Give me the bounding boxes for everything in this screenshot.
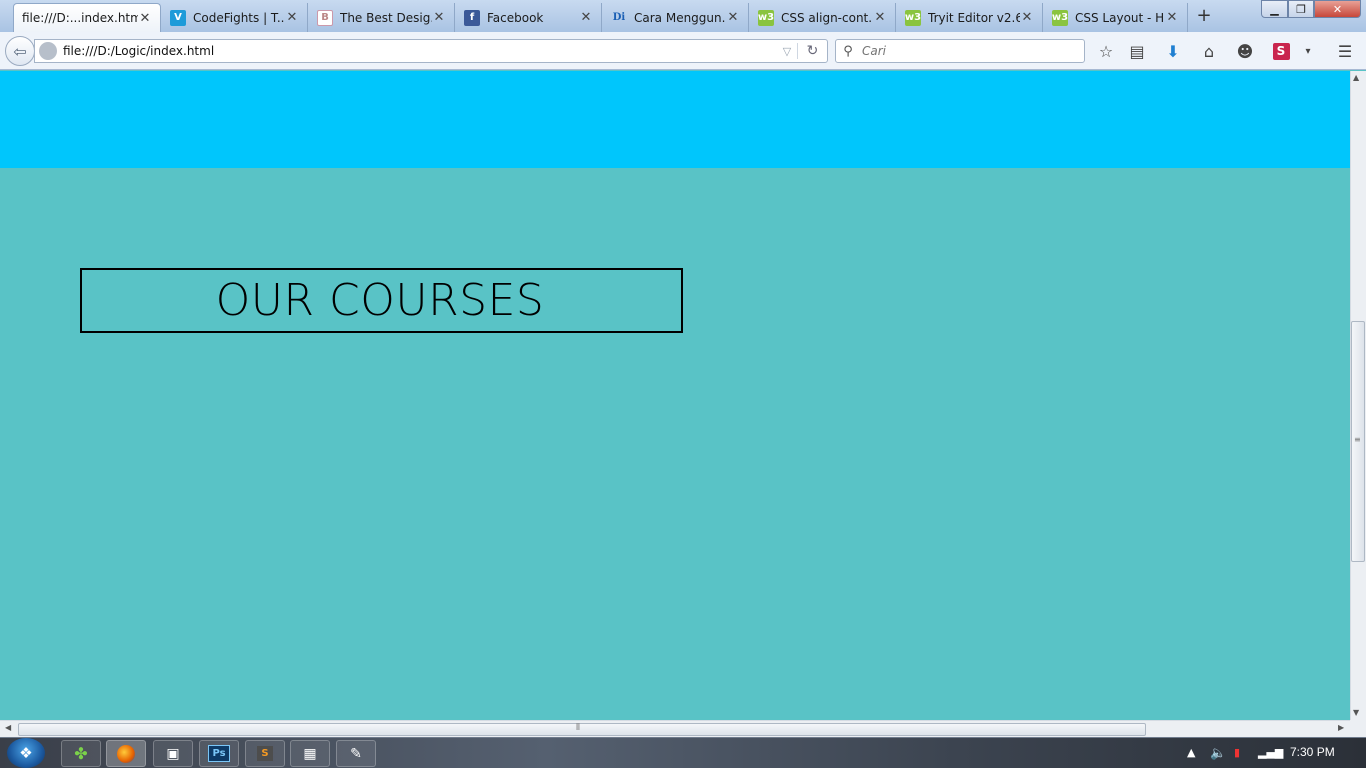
back-button[interactable]: ⇦ — [5, 36, 35, 66]
tab-label: The Best Desig... — [340, 10, 432, 25]
menu-icon[interactable]: ☰ — [1333, 40, 1357, 62]
search-bar[interactable]: ⚲ — [835, 39, 1085, 63]
horizontal-scroll-thumb[interactable] — [18, 723, 1146, 736]
taskbar-paint[interactable]: ✎ — [336, 740, 376, 767]
minimize-button[interactable]: ▁ — [1261, 0, 1288, 18]
tab-strip: file:///D:...index.html ✕ V CodeFights |… — [0, 0, 1366, 32]
scroll-down-arrow-icon[interactable]: ▼ — [1353, 708, 1359, 717]
tab-label: CSS align-cont... — [781, 10, 873, 25]
search-input[interactable] — [860, 43, 1084, 59]
page-viewport: OUR COURSES — [0, 71, 1350, 720]
courses-title: OUR COURSES — [215, 275, 545, 326]
globe-icon — [39, 42, 57, 60]
signal-icon[interactable]: ▂▄▆ — [1258, 746, 1283, 759]
volume-icon[interactable]: 🔈 — [1210, 746, 1226, 761]
reload-icon[interactable]: ↻ — [797, 43, 827, 59]
w3schools-icon: w3 — [1052, 9, 1068, 26]
restore-button[interactable]: ❐ — [1288, 0, 1314, 18]
w3schools-icon: w3 — [758, 9, 774, 26]
tab-label: Facebook — [487, 10, 544, 25]
taskbar-sublime[interactable]: S — [245, 740, 285, 767]
grip-icon: ⦀ — [576, 723, 580, 733]
close-icon[interactable]: ✕ — [726, 10, 740, 25]
back-arrow-icon: ⇦ — [13, 41, 27, 61]
tab-3[interactable]: f Facebook ✕ — [456, 3, 602, 32]
tray-expand-icon[interactable]: ▲ — [1187, 746, 1195, 759]
scroll-up-arrow-icon[interactable]: ▲ — [1353, 73, 1359, 82]
new-tab-button[interactable]: + — [1192, 5, 1216, 27]
tab-1[interactable]: V CodeFights | T... ✕ — [162, 3, 308, 32]
tab-5[interactable]: w3 CSS align-cont... ✕ — [750, 3, 896, 32]
grip-icon: ≡ — [1354, 435, 1361, 444]
close-icon[interactable]: ✕ — [1020, 10, 1034, 25]
courses-heading-box: OUR COURSES — [80, 268, 683, 333]
tab-2[interactable]: B The Best Desig... ✕ — [309, 3, 455, 32]
taskbar-firefox[interactable] — [106, 740, 146, 767]
close-icon[interactable]: ✕ — [432, 10, 446, 25]
di-icon: Di — [612, 12, 626, 23]
scroll-right-arrow-icon[interactable]: ▶ — [1338, 723, 1344, 732]
window-close-button[interactable]: ✕ — [1314, 0, 1361, 18]
sublime-icon: S — [257, 746, 273, 761]
url-text[interactable]: file:///D:/Logic/index.html — [63, 44, 777, 58]
start-button[interactable]: ❖ — [7, 738, 45, 768]
chat-icon[interactable]: ☻ — [1233, 40, 1257, 62]
header-band — [0, 71, 1350, 168]
tab-label: Cara Menggun... — [634, 10, 726, 25]
tab-7[interactable]: w3 CSS Layout - H... ✕ — [1044, 3, 1188, 32]
w3schools-icon: w3 — [905, 9, 921, 26]
taskbar-monitor-app[interactable]: ▣ — [153, 740, 193, 767]
tab-4[interactable]: Di Cara Menggun... ✕ — [603, 3, 749, 32]
scroll-left-arrow-icon[interactable]: ◀ — [5, 723, 11, 732]
nav-bar: ⇦ file:///D:/Logic/index.html ▽ ↻ ⚲ ☆ ▤ … — [0, 32, 1366, 70]
b-icon: B — [317, 9, 333, 26]
taskbar-clover-app[interactable]: ✤ — [61, 740, 101, 767]
home-icon[interactable]: ⌂ — [1197, 40, 1221, 62]
power-icon[interactable]: ▮ — [1234, 746, 1240, 759]
search-icon: ⚲ — [843, 43, 853, 59]
codefights-icon: V — [170, 9, 186, 26]
firefox-icon — [117, 744, 135, 763]
clock[interactable]: 7:30 PM — [1290, 745, 1335, 759]
tab-label: Tryit Editor v2.6 — [928, 10, 1020, 25]
url-bar[interactable]: file:///D:/Logic/index.html ▽ ↻ — [34, 39, 828, 63]
photoshop-icon: Ps — [208, 745, 230, 762]
addon-s-icon[interactable]: S — [1269, 40, 1293, 62]
close-icon[interactable]: ✕ — [285, 10, 299, 25]
facebook-icon: f — [464, 9, 480, 26]
close-icon[interactable]: ✕ — [1165, 10, 1179, 25]
chevron-down-icon[interactable]: ▾ — [1296, 40, 1320, 62]
tab-label: file:///D:...index.html — [22, 11, 138, 25]
scroll-corner — [1350, 720, 1366, 737]
tab-6[interactable]: w3 Tryit Editor v2.6 ✕ — [897, 3, 1043, 32]
taskbar-notepad[interactable]: ▦ — [290, 740, 330, 767]
taskbar-photoshop[interactable]: Ps — [199, 740, 239, 767]
tab-label: CodeFights | T... — [193, 10, 285, 25]
reading-list-icon[interactable]: ▤ — [1125, 40, 1149, 62]
close-icon[interactable]: ✕ — [579, 10, 593, 25]
close-icon[interactable]: ✕ — [138, 11, 152, 26]
close-icon[interactable]: ✕ — [873, 10, 887, 25]
tab-label: CSS Layout - H... — [1075, 10, 1165, 25]
windows-logo-icon: ❖ — [19, 744, 33, 762]
tab-0[interactable]: file:///D:...index.html ✕ — [13, 3, 161, 32]
dropdown-triangle-icon[interactable]: ▽ — [777, 45, 797, 58]
bookmark-star-icon[interactable]: ☆ — [1094, 40, 1118, 62]
download-icon[interactable]: ⬇ — [1161, 40, 1185, 62]
